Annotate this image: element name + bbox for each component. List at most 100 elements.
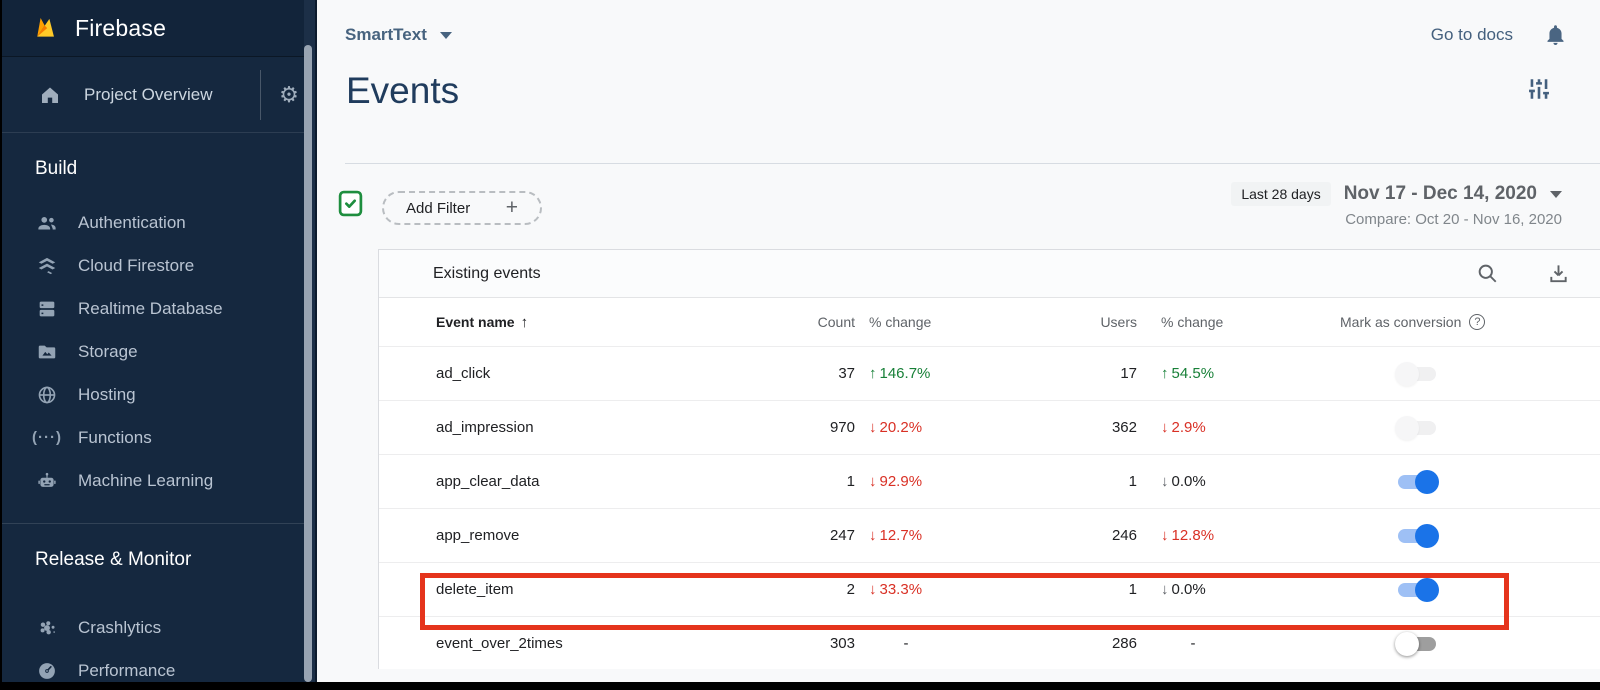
page-filter-button[interactable] xyxy=(1526,76,1552,102)
conversion-toggle[interactable] xyxy=(1398,524,1436,548)
count-change: - xyxy=(855,635,969,652)
chevron-down-icon xyxy=(440,32,452,39)
sidebar-item-project-overview[interactable]: Project Overview ⚙ xyxy=(2,57,317,133)
conversion-toggle[interactable] xyxy=(1398,632,1436,656)
users-change: - xyxy=(1137,635,1251,652)
count-change: ↓12.7% xyxy=(855,527,969,544)
column-users[interactable]: Users xyxy=(969,314,1137,330)
event-name: delete_item xyxy=(379,581,715,598)
sort-ascending-icon: ↑ xyxy=(521,314,529,331)
firebase-console-screenshot: Firebase Project Overview ⚙ Build Au xyxy=(0,0,1600,690)
column-count-change: % change xyxy=(855,314,969,330)
go-to-docs-link[interactable]: Go to docs xyxy=(1431,25,1513,45)
main-content: SmartText Go to docs Events xyxy=(317,0,1600,682)
topbar-actions: Go to docs xyxy=(1431,23,1568,48)
event-count: 303 xyxy=(715,635,855,652)
project-selector[interactable]: SmartText xyxy=(345,25,452,45)
table-row[interactable]: app_clear_data 1 ↓92.9% 1 ↓0.0% xyxy=(379,454,1600,508)
sidebar-item-label: Crashlytics xyxy=(78,618,161,638)
conversion-toggle[interactable] xyxy=(1398,416,1436,440)
sidebar-scrollbar-thumb[interactable] xyxy=(304,45,312,682)
sidebar-item-label: Performance xyxy=(78,661,175,681)
build-items: Authentication Cloud Firestore Realtime … xyxy=(2,201,317,502)
storage-icon xyxy=(35,341,59,363)
sidebar-item-label: Cloud Firestore xyxy=(78,256,194,276)
date-range-block: Last 28 days Nov 17 - Dec 14, 2020 Compa… xyxy=(1231,182,1562,228)
table-row[interactable]: app_remove 247 ↓12.7% 246 ↓12.8% xyxy=(379,508,1600,562)
event-name: ad_impression xyxy=(379,419,715,436)
search-icon xyxy=(1476,262,1499,285)
green-check-doc-icon[interactable] xyxy=(338,190,363,217)
event-name: app_remove xyxy=(379,527,715,544)
toggle-knob xyxy=(1395,632,1419,656)
toggle-knob xyxy=(1395,362,1419,386)
globe-icon xyxy=(35,384,59,406)
add-filter-label: Add Filter xyxy=(406,200,470,217)
date-range-picker[interactable]: Last 28 days Nov 17 - Dec 14, 2020 xyxy=(1231,182,1562,206)
table-row[interactable]: delete_item 2 ↓33.3% 1 ↓0.0% xyxy=(379,562,1600,616)
column-event-name[interactable]: Event name ↑ xyxy=(379,314,715,331)
toggle-knob xyxy=(1415,578,1439,602)
title-row: Events xyxy=(317,56,1600,163)
sidebar-section-release-monitor: Release & Monitor xyxy=(2,524,317,571)
event-users: 246 xyxy=(969,527,1137,544)
topbar: SmartText Go to docs xyxy=(317,0,1600,56)
users-change: ↓12.8% xyxy=(1137,527,1251,544)
sidebar-item-realtime-database[interactable]: Realtime Database xyxy=(2,287,317,330)
firebase-flame-icon xyxy=(32,15,59,42)
count-change: ↓92.9% xyxy=(855,473,969,490)
sidebar-item-label: Storage xyxy=(78,342,138,362)
table-title: Existing events xyxy=(433,265,541,283)
screenshot-bottom-border xyxy=(0,682,1600,690)
event-users: 362 xyxy=(969,419,1137,436)
app-window: Firebase Project Overview ⚙ Build Au xyxy=(2,0,1600,682)
sidebar-item-hosting[interactable]: Hosting xyxy=(2,373,317,416)
users-change: ↓2.9% xyxy=(1137,419,1251,436)
crashlytics-icon xyxy=(35,617,59,639)
event-count: 1 xyxy=(715,473,855,490)
event-users: 17 xyxy=(969,365,1137,382)
column-count[interactable]: Count xyxy=(715,314,855,330)
conversion-cell xyxy=(1251,632,1600,656)
sidebar-item-cloud-firestore[interactable]: Cloud Firestore xyxy=(2,244,317,287)
table-body: ad_click 37 ↑146.7% 17 ↑54.5% ad_impress… xyxy=(379,346,1600,669)
functions-icon: (···) xyxy=(35,429,59,446)
home-icon xyxy=(38,83,62,107)
firebase-brand[interactable]: Firebase xyxy=(2,0,317,57)
sidebar-section-build: Build xyxy=(2,133,317,180)
event-count: 970 xyxy=(715,419,855,436)
add-filter-button[interactable]: Add Filter + xyxy=(382,191,542,225)
sidebar-item-label: Authentication xyxy=(78,213,186,233)
chevron-down-icon xyxy=(1550,191,1562,198)
sidebar-item-machine-learning[interactable]: Machine Learning xyxy=(2,459,317,502)
sidebar-item-functions[interactable]: (···) Functions xyxy=(2,416,317,459)
event-users: 1 xyxy=(969,473,1137,490)
brand-name: Firebase xyxy=(75,15,166,42)
table-row[interactable]: ad_impression 970 ↓20.2% 362 ↓2.9% xyxy=(379,400,1600,454)
search-button[interactable] xyxy=(1476,262,1499,285)
conversion-toggle[interactable] xyxy=(1398,362,1436,386)
firestore-icon xyxy=(35,255,59,277)
sidebar-item-storage[interactable]: Storage xyxy=(2,330,317,373)
table-row[interactable]: event_over_2times 303 - 286 - xyxy=(379,616,1600,669)
project-overview-label: Project Overview xyxy=(84,85,212,105)
event-count: 247 xyxy=(715,527,855,544)
sidebar-item-crashlytics[interactable]: Crashlytics xyxy=(2,606,317,649)
filter-bar: Add Filter + Last 28 days Nov 17 - Dec 1… xyxy=(317,164,1600,228)
sidebar-item-performance[interactable]: Performance xyxy=(2,649,317,682)
conversion-toggle[interactable] xyxy=(1398,578,1436,602)
column-users-change: % change xyxy=(1137,314,1251,330)
download-button[interactable] xyxy=(1547,262,1570,285)
robot-icon xyxy=(35,470,59,492)
count-change: ↑146.7% xyxy=(855,365,969,382)
notifications-button[interactable] xyxy=(1543,23,1568,48)
table-row[interactable]: ad_click 37 ↑146.7% 17 ↑54.5% xyxy=(379,346,1600,400)
count-change: ↓20.2% xyxy=(855,419,969,436)
sidebar-item-authentication[interactable]: Authentication xyxy=(2,201,317,244)
date-range-value: Nov 17 - Dec 14, 2020 xyxy=(1344,183,1537,205)
sidebar: Firebase Project Overview ⚙ Build Au xyxy=(2,0,317,682)
tune-icon xyxy=(1526,76,1552,102)
sidebar-scrollbar[interactable] xyxy=(304,0,317,682)
help-icon[interactable]: ? xyxy=(1469,314,1485,330)
conversion-toggle[interactable] xyxy=(1398,470,1436,494)
